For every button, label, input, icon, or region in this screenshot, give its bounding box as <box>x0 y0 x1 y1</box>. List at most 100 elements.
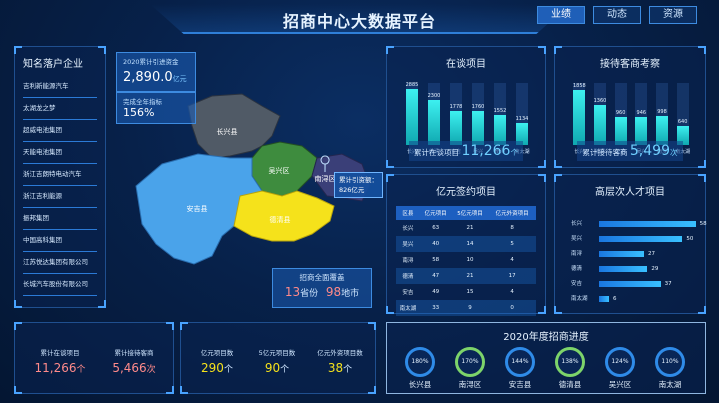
stat-unit: 个 <box>76 365 86 375</box>
target-box: 完成全年指标 156% <box>116 92 196 124</box>
table-cell: 9 <box>451 300 489 316</box>
bar[interactable] <box>472 110 484 145</box>
stat-label: 累计接待客商 <box>114 349 154 357</box>
company-item[interactable]: 太湖龙之梦 <box>23 98 97 120</box>
stat-guests: 累计接待客商 5,466次 <box>99 347 169 375</box>
panel-corner <box>554 160 562 168</box>
coverage-label: 招商全面覆盖 <box>299 273 345 282</box>
table-cell: 40 <box>419 236 452 252</box>
bar[interactable] <box>450 110 462 145</box>
company-item[interactable]: 长城汽车股份有限公司 <box>23 274 97 296</box>
company-item[interactable]: 振邦集团 <box>23 208 97 230</box>
table-cell: 14 <box>451 236 489 252</box>
bar[interactable] <box>406 89 418 145</box>
company-item[interactable]: 中国高科集团 <box>23 230 97 252</box>
company-item[interactable]: 浙江吉利能源 <box>23 186 97 208</box>
bar-value-label: 1858 <box>572 83 586 90</box>
hbar-row: 南浔 27 <box>571 249 711 259</box>
progress-label: 南浔区 <box>458 380 482 389</box>
panel-corner <box>554 46 562 54</box>
panel-corner <box>698 160 706 168</box>
panel-corner <box>14 300 22 308</box>
stat-value: 11,266个 <box>25 361 95 375</box>
companies-panel: 知名落户企业 吉利新能源汽车 太湖龙之梦 超威电池集团 天能电池集团 浙江吉朗特… <box>14 46 106 308</box>
tab-performance[interactable]: 业绩 <box>537 6 585 24</box>
progress-title: 2020年度招商进度 <box>503 332 589 343</box>
stat-number: 38 <box>327 361 344 375</box>
hbar[interactable] <box>599 251 644 257</box>
panel-corner <box>180 386 188 394</box>
panel-corner <box>166 322 174 330</box>
table-cell: 4 <box>510 289 514 295</box>
bar[interactable] <box>428 100 440 145</box>
guests-total: 累计接待客商 5,499次 <box>577 141 683 161</box>
table-row: 南浔 58 10 4 <box>396 252 536 268</box>
table-cell: 21 <box>466 225 474 231</box>
hbar[interactable] <box>599 266 648 272</box>
tooltip-label: 累计引资额： <box>339 176 378 184</box>
table-cell: 47 <box>419 268 452 284</box>
province-count: 13 <box>284 285 301 299</box>
bar-value-label: 2885 <box>405 82 419 89</box>
table-cell: 安吉 <box>402 290 414 296</box>
map-tooltip: 累计引资额： 826亿元 <box>334 172 383 198</box>
progress-label: 安吉县 <box>508 380 532 389</box>
bar[interactable] <box>573 90 586 145</box>
contracts-title: 亿元签约项目 <box>436 187 496 198</box>
stat-value: 90个 <box>247 361 307 375</box>
panel-corner <box>538 160 546 168</box>
hbar[interactable] <box>599 221 696 227</box>
table-row: 德清 47 21 17 <box>396 268 536 284</box>
table-cell: 10 <box>466 257 474 263</box>
hbar-row: 吴兴 50 <box>571 234 711 244</box>
map-label-changxing: 长兴县 <box>217 127 238 136</box>
stat-label: 亿元外资项目数 <box>317 349 363 357</box>
progress-panel: 2020年度招商进度 180% 长兴县 170% 南浔区 144% 安吉县 138% 德清县 1… <box>386 322 706 394</box>
hbar-row: 长兴 58 <box>571 219 711 229</box>
company-item[interactable]: 天能电池集团 <box>23 142 97 164</box>
hbar[interactable] <box>599 281 661 287</box>
bottom-left-panel: 累计在谈项目 11,266个 累计接待客商 5,466次 <box>14 322 174 394</box>
stat-foreign-projects: 亿元外资项目数 38个 <box>307 347 373 375</box>
table-cell: 长兴 <box>402 226 414 232</box>
progress-ring: 124% <box>605 347 635 377</box>
panel-corner <box>538 46 546 54</box>
table-row: 南太湖 33 9 0 <box>396 300 536 316</box>
map-label-wuxing: 吴兴区 <box>269 166 290 175</box>
table-row: 长兴 63 21 8 <box>396 220 536 236</box>
guests-title: 接待客商考察 <box>600 59 660 70</box>
hbar-value-label: 6 <box>613 296 617 302</box>
tab-bar: 业绩 动态 资源 <box>537 6 697 24</box>
projects-panel: 在谈项目 2885长兴2300德清1778安吉1760吴兴1552南浔1134南… <box>386 46 546 168</box>
hbar-value-label: 50 <box>686 236 694 242</box>
panel-corner <box>368 386 376 394</box>
panel-corner <box>368 322 376 330</box>
hbar[interactable] <box>599 296 609 302</box>
panel-corner <box>386 306 394 314</box>
company-item[interactable]: 超威电池集团 <box>23 120 97 142</box>
tab-dynamics[interactable]: 动态 <box>593 6 641 24</box>
table-cell: 南浔 <box>402 258 414 264</box>
bar-value-label: 1760 <box>471 103 485 110</box>
tab-resources[interactable]: 资源 <box>649 6 697 24</box>
hbar-value-label: 58 <box>699 221 707 227</box>
stat-number: 290 <box>201 361 224 375</box>
stat-label: 累计在谈项目 <box>40 349 80 357</box>
table-cell: 8 <box>510 225 514 231</box>
progress-ring: 180% <box>405 347 435 377</box>
hbar-category-label: 安吉 <box>571 281 583 287</box>
table-cell: 4 <box>510 257 514 263</box>
bar[interactable] <box>594 104 606 145</box>
stat-label: 亿元项目数 <box>200 349 234 357</box>
progress-ring: 144% <box>505 347 535 377</box>
company-item[interactable]: 浙江吉朗特电动汽车 <box>23 164 97 186</box>
stat-billion-projects: 亿元项目数 290个 <box>187 347 247 375</box>
bar-value-label: 640 <box>677 119 688 126</box>
capital-label: 2020累计引进资金 <box>123 58 179 66</box>
company-item[interactable]: 吉利新能源汽车 <box>23 76 97 98</box>
panel-corner <box>14 386 22 394</box>
panel-corner <box>538 174 546 182</box>
hbar[interactable] <box>599 236 683 242</box>
company-item[interactable]: 江苏悦达集团有限公司 <box>23 252 97 274</box>
column-header: 亿元外资项目 <box>488 206 536 220</box>
